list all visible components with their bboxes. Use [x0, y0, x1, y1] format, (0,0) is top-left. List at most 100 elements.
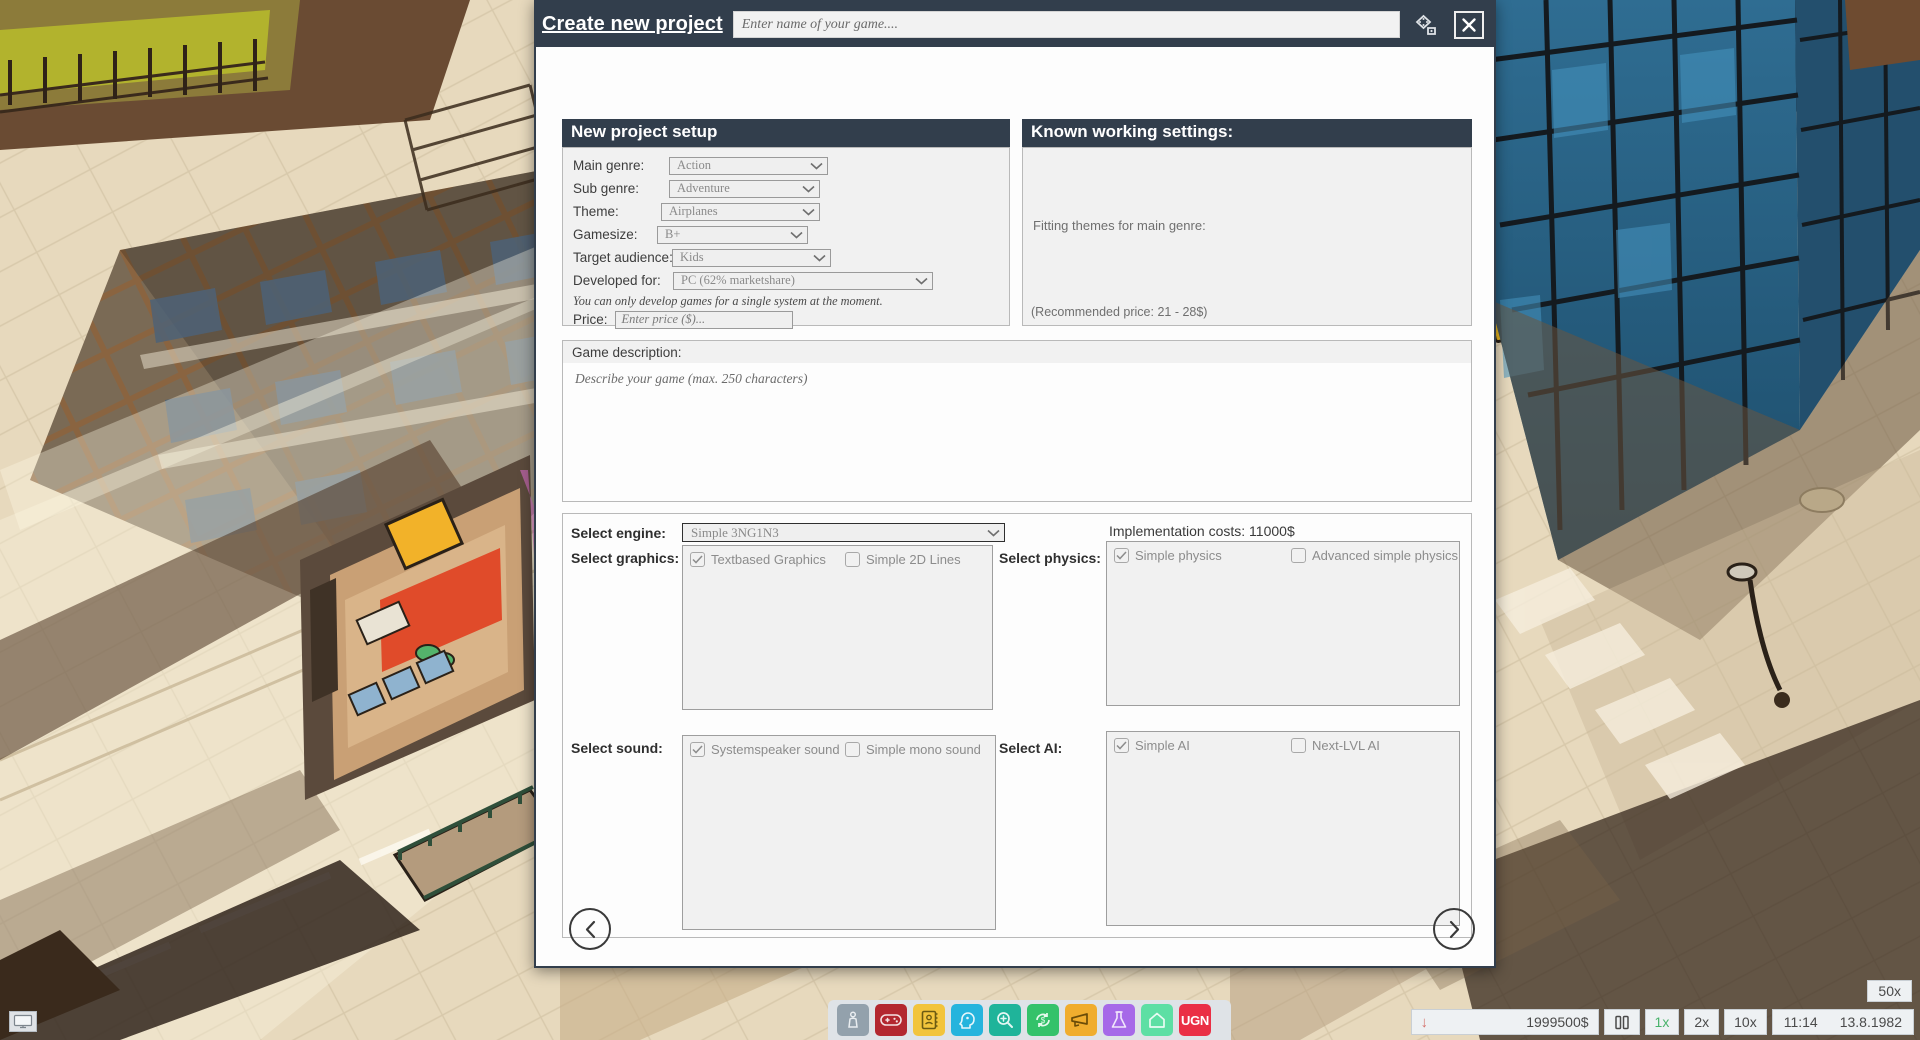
- select-ai-row: Select AI:: [999, 740, 1062, 758]
- checkbox-simple-mono-sound[interactable]: Simple mono sound: [845, 742, 981, 757]
- clock-display: 11:14 13.8.1982: [1772, 1009, 1914, 1035]
- megaphone-icon[interactable]: [1065, 1004, 1097, 1036]
- chevron-down-icon: [813, 254, 826, 262]
- close-icon: [1461, 17, 1477, 33]
- field-gamesize: Gamesize: B+: [573, 224, 999, 246]
- dice-icon[interactable]: [1410, 10, 1444, 40]
- fitting-themes-label: Fitting themes for main genre:: [1033, 218, 1206, 233]
- dialog-titlebar: Create new project Enter name of your ga…: [536, 2, 1494, 47]
- head-profile-icon[interactable]: [951, 1004, 983, 1036]
- new-project-setup-panel: New project setup Main genre: Action Sub…: [562, 119, 1010, 326]
- engine-select[interactable]: Simple 3NG1N3: [682, 523, 1005, 542]
- select-sound-label: Select sound:: [571, 740, 663, 756]
- money-refresh-icon[interactable]: $: [1027, 1004, 1059, 1036]
- game-name-input[interactable]: Enter name of your game....: [733, 11, 1400, 38]
- setup-panel-header: New project setup: [562, 119, 1010, 147]
- ugn-logo-icon[interactable]: UGN: [1179, 1004, 1211, 1036]
- sub-genre-value: Adventure: [677, 181, 730, 196]
- select-engine-row: Select engine:: [571, 525, 666, 543]
- date-value: 13.8.1982: [1840, 1014, 1902, 1030]
- main-genre-value: Action: [677, 158, 711, 173]
- previous-step-button[interactable]: [569, 908, 611, 950]
- time-value: 11:14: [1784, 1014, 1818, 1030]
- select-ai-label: Select AI:: [999, 740, 1062, 756]
- checkbox-box[interactable]: [845, 742, 860, 757]
- checkmark-icon: [692, 555, 703, 564]
- checkbox-simple-2d-lines[interactable]: Simple 2D Lines: [845, 552, 961, 567]
- game-description-label: Game description:: [563, 341, 1471, 363]
- checkbox-box[interactable]: [1291, 738, 1306, 753]
- game-description-input[interactable]: Describe your game (max. 250 characters): [563, 363, 1471, 387]
- speed-2x-button[interactable]: 2x: [1684, 1009, 1719, 1035]
- checkbox-next-lvl-ai[interactable]: Next-LVL AI: [1291, 738, 1380, 753]
- checkbox-label: Advanced simple physics: [1312, 548, 1458, 563]
- checkbox-box[interactable]: [1114, 548, 1129, 563]
- checkbox-simple-physics[interactable]: Simple physics: [1114, 548, 1291, 563]
- person-stats-icon[interactable]: [837, 1004, 869, 1036]
- taskbar: $ UGN: [828, 1000, 1231, 1040]
- select-graphics-row: Select graphics:: [571, 550, 679, 568]
- home-icon[interactable]: [1141, 1004, 1173, 1036]
- field-label-theme: Theme:: [573, 204, 669, 219]
- ugn-label: UGN: [1181, 1013, 1209, 1028]
- ai-options-row: Simple AI Next-LVL AI: [1107, 732, 1459, 753]
- gamesize-value: B+: [665, 227, 680, 242]
- chevron-down-icon: [802, 185, 815, 193]
- theme-value: Airplanes: [669, 204, 718, 219]
- status-bar: ↓ 1999500$ 1x 2x 10x 11:14 13.8.1982: [1411, 1009, 1914, 1035]
- checkbox-textbased-graphics[interactable]: Textbased Graphics: [690, 552, 845, 567]
- sound-options-panel: Systemspeaker sound Simple mono sound: [682, 735, 996, 930]
- field-label-developed-for: Developed for:: [573, 273, 669, 288]
- checkbox-box[interactable]: [690, 552, 705, 567]
- field-target-audience: Target audience: Kids: [573, 247, 999, 269]
- zoom-search-icon[interactable]: [989, 1004, 1021, 1036]
- field-theme: Theme: Airplanes: [573, 201, 999, 223]
- speed-1x-button[interactable]: 1x: [1645, 1009, 1680, 1035]
- zoom-level-indicator[interactable]: 50x: [1867, 980, 1912, 1002]
- setup-panel-box: Main genre: Action Sub genre: Adventure …: [562, 147, 1010, 326]
- checkbox-label: Simple AI: [1135, 738, 1190, 753]
- chevron-down-icon: [810, 162, 823, 170]
- developed-for-select[interactable]: PC (62% marketshare): [673, 272, 933, 290]
- next-step-button[interactable]: [1433, 908, 1475, 950]
- checkbox-simple-ai[interactable]: Simple AI: [1114, 738, 1291, 753]
- theme-select[interactable]: Airplanes: [661, 203, 820, 221]
- field-sub-genre: Sub genre: Adventure: [573, 178, 999, 200]
- field-label-main-genre: Main genre:: [573, 158, 669, 173]
- monitor-icon[interactable]: [9, 1011, 37, 1032]
- developed-for-value: PC (62% marketshare): [681, 273, 795, 288]
- checkmark-icon: [692, 745, 703, 754]
- gamepad-icon[interactable]: [875, 1004, 907, 1036]
- speed-10x-button[interactable]: 10x: [1724, 1009, 1767, 1035]
- pause-icon: [1614, 1015, 1630, 1030]
- select-sound-row: Select sound:: [571, 740, 663, 758]
- field-developed-for: Developed for: PC (62% marketshare): [573, 270, 999, 292]
- physics-options-row: Simple physics Advanced simple physics: [1107, 542, 1459, 563]
- checkbox-box[interactable]: [1114, 738, 1129, 753]
- price-input[interactable]: Enter price ($)...: [615, 311, 793, 329]
- checkbox-advanced-simple-physics[interactable]: Advanced simple physics: [1291, 548, 1458, 563]
- flask-icon[interactable]: [1103, 1004, 1135, 1036]
- main-genre-select[interactable]: Action: [669, 157, 828, 175]
- gamesize-select[interactable]: B+: [657, 226, 808, 244]
- price-label: Price:: [573, 312, 608, 327]
- recommended-price-label: (Recommended price: 21 - 28$): [1031, 305, 1207, 319]
- sound-options-row: Systemspeaker sound Simple mono sound: [683, 736, 995, 757]
- contacts-book-icon[interactable]: [913, 1004, 945, 1036]
- checkbox-systemspeaker-sound[interactable]: Systemspeaker sound: [690, 742, 845, 757]
- checkbox-box[interactable]: [845, 552, 860, 567]
- sub-genre-select[interactable]: Adventure: [669, 180, 820, 198]
- money-display[interactable]: ↓ 1999500$: [1411, 1009, 1599, 1035]
- chevron-down-icon: [915, 277, 928, 285]
- physics-options-panel: Simple physics Advanced simple physics: [1106, 541, 1460, 706]
- pause-button[interactable]: [1604, 1009, 1640, 1035]
- target-audience-select[interactable]: Kids: [672, 249, 831, 267]
- engine-value: Simple 3NG1N3: [691, 525, 779, 541]
- graphics-options-row: Textbased Graphics Simple 2D Lines: [683, 546, 992, 567]
- known-working-settings-panel: Known working settings: Fitting themes f…: [1022, 119, 1472, 326]
- checkbox-box[interactable]: [690, 742, 705, 757]
- checkbox-label: Simple mono sound: [866, 742, 981, 757]
- checkbox-box[interactable]: [1291, 548, 1306, 563]
- close-button[interactable]: [1454, 11, 1484, 39]
- target-audience-value: Kids: [680, 250, 704, 265]
